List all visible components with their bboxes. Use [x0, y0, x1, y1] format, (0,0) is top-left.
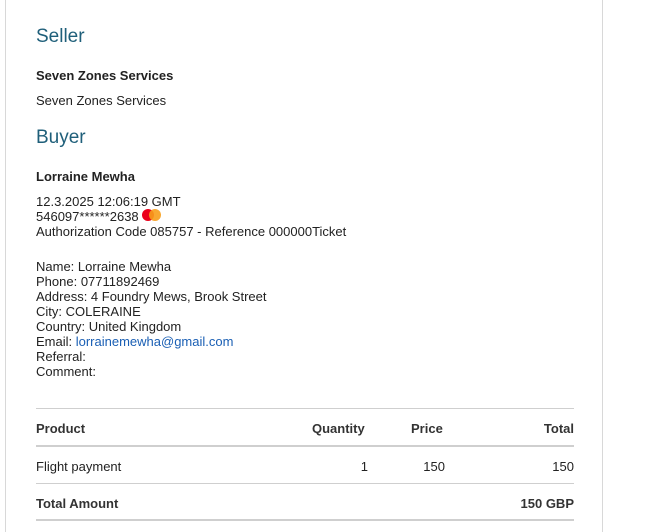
- card-line: 546097******2638: [36, 208, 162, 224]
- buyer-heading: Buyer: [36, 127, 86, 148]
- invoice-page: Seller Seven Zones Services Seven Zones …: [5, 0, 603, 532]
- seller-heading: Seller: [36, 26, 85, 47]
- total-amount-label: Total Amount: [36, 496, 119, 511]
- mastercard-icon: [141, 208, 162, 221]
- header-price: Price: [411, 421, 443, 436]
- detail-city: City: COLERAINE: [36, 304, 141, 319]
- card-number: 546097******2638: [36, 209, 139, 224]
- detail-country: Country: United Kingdom: [36, 319, 182, 334]
- buyer-name-bold: Lorraine Mewha: [36, 169, 135, 184]
- authorization-line: Authorization Code 085757 - Reference 00…: [36, 224, 347, 239]
- seller-name-bold: Seven Zones Services: [36, 68, 174, 83]
- header-divider: [36, 445, 574, 447]
- transaction-datetime: 12.3.2025 12:06:19 GMT: [36, 194, 181, 209]
- row-total: 150: [552, 459, 574, 474]
- detail-referral: Referral:: [36, 349, 86, 364]
- table-top-divider: [36, 408, 574, 409]
- detail-email-line: Email: lorrainemewha@gmail.com: [36, 334, 233, 349]
- detail-comment: Comment:: [36, 364, 96, 379]
- seller-name: Seven Zones Services: [36, 93, 167, 108]
- total-amount-value: 150 GBP: [520, 496, 574, 511]
- row-price: 150: [423, 459, 445, 474]
- header-total: Total: [543, 421, 574, 436]
- detail-email-label: Email:: [36, 334, 76, 349]
- header-quantity: Quantity: [312, 421, 365, 436]
- header-product: Product: [36, 421, 86, 436]
- detail-phone: Phone: 07711892469: [36, 274, 160, 289]
- row-quantity: 1: [360, 459, 368, 474]
- row-product: Flight payment: [36, 459, 122, 474]
- row-divider: [36, 483, 574, 484]
- detail-name: Name: Lorraine Mewha: [36, 259, 172, 274]
- email-link[interactable]: lorrainemewha@gmail.com: [76, 334, 234, 349]
- detail-address: Address: 4 Foundry Mews, Brook Street: [36, 289, 267, 304]
- table-bottom-divider: [36, 519, 574, 521]
